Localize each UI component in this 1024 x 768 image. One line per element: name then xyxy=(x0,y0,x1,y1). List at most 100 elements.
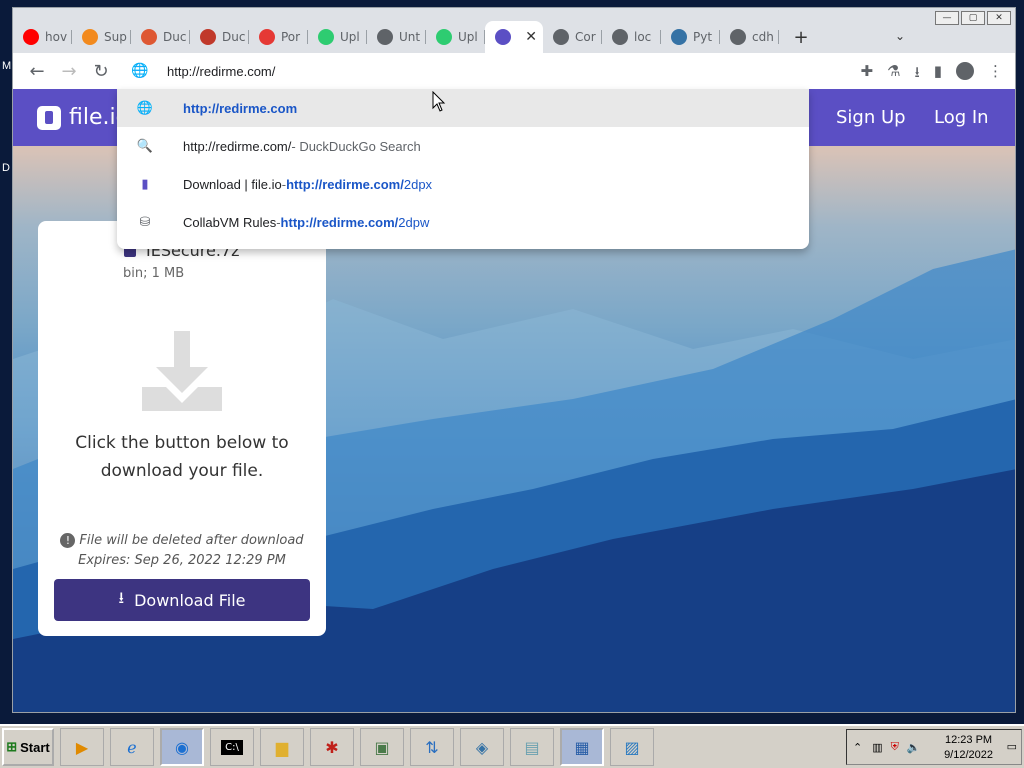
extensions-icon[interactable]: ✚ xyxy=(860,62,873,87)
toolbar-actions: ✚ ⚗ ⭳ ▮ ⋮ xyxy=(860,62,1003,87)
tab-label: cdh xyxy=(752,30,774,44)
tab-sup[interactable]: Sup xyxy=(72,21,131,53)
tab-strip: hov Sup Duc Duc Por Upl Unt Upl ✕ Cor loc Pyt cdh + ⌄ xyxy=(13,21,1015,53)
tab-duc[interactable]: Duc xyxy=(190,21,249,53)
system-monitor-button[interactable]: ▣ xyxy=(360,728,404,766)
remote-desktop-button[interactable]: ▦ xyxy=(560,728,604,766)
back-arrow-icon: ← xyxy=(29,60,45,82)
suggestion-url: http://redirme.com xyxy=(183,100,298,116)
tab-loc[interactable]: loc xyxy=(602,21,661,53)
suggestion-url: http://redirme.com/ xyxy=(280,214,399,230)
media-player-button[interactable]: ▶ xyxy=(60,728,104,766)
app-button[interactable]: ✱ xyxy=(310,728,354,766)
browser-window: — ▢ ✕ hov Sup Duc Duc Por Upl Unt Upl ✕ Cor loc Pyt… xyxy=(12,7,1016,713)
python-icon: ◈ xyxy=(475,737,489,757)
globe-icon: 🌐 xyxy=(136,100,154,115)
system-tray: ⌃ ▥ ⛨ 🔈 12:23 PM 9/12/2022 ▭ xyxy=(846,729,1022,765)
explorer-button[interactable]: ▆ xyxy=(260,728,304,766)
log-in-link[interactable]: Log In xyxy=(934,107,989,128)
python-button[interactable]: ◈ xyxy=(460,728,504,766)
globe-icon: 🌐 xyxy=(131,63,149,79)
sign-up-link[interactable]: Sign Up xyxy=(836,107,906,128)
tab-search-button[interactable]: ⌄ xyxy=(895,29,905,43)
tab-label: Upl xyxy=(458,30,478,44)
tab-pyt[interactable]: Pyt xyxy=(661,21,720,53)
duckduckgo-icon xyxy=(141,29,157,45)
command-prompt-button[interactable]: C:\ xyxy=(210,728,254,766)
suggestion-url-path: 2dpw xyxy=(398,214,430,230)
mouse-pointer-icon xyxy=(432,91,446,112)
side-panel-icon[interactable]: ▮ xyxy=(934,62,942,87)
download-file-button[interactable]: ⭳ Download File xyxy=(54,579,310,621)
close-tab-icon[interactable]: ✕ xyxy=(525,29,537,45)
suggestion-url-path: 2dpx xyxy=(403,176,433,192)
hat-icon xyxy=(200,29,216,45)
tab-hov[interactable]: hov xyxy=(13,21,72,53)
windows-flag-icon: ⊞ xyxy=(6,739,18,754)
tab-cor[interactable]: Cor xyxy=(543,21,602,53)
monitor-icon: ▣ xyxy=(374,737,390,757)
internet-explorer-button[interactable]: ℯ xyxy=(110,728,154,766)
reload-button[interactable]: ↻ xyxy=(85,61,117,82)
labs-flask-icon[interactable]: ⚗ xyxy=(887,62,900,87)
menu-kebab-icon[interactable]: ⋮ xyxy=(988,62,1003,87)
desktop-edge-text: M xyxy=(2,60,12,72)
globe-icon xyxy=(612,29,628,45)
tab-label: hov xyxy=(45,30,68,44)
tray-expand-icon[interactable]: ⌃ xyxy=(853,741,862,754)
security-tray-icon[interactable]: ⛨ xyxy=(891,741,899,754)
suggestion-item[interactable]: ▮ Download | file.io - http://redirme.com… xyxy=(117,165,809,203)
browser-toolbar: ← → ↻ 🌐 ✚ ⚗ ⭳ ▮ ⋮ xyxy=(13,53,1015,89)
globe-icon xyxy=(730,29,746,45)
tab-label: Por xyxy=(281,30,301,44)
file-info: bin; 1 MB xyxy=(123,266,185,281)
tab-label: Sup xyxy=(104,30,127,44)
volume-icon[interactable]: 🔈 xyxy=(907,741,921,754)
suggestion-item[interactable]: 🔍 http://redirme.com/ - DuckDuckGo Search xyxy=(117,127,809,165)
fileio-logo[interactable]: file.io xyxy=(37,105,129,130)
tab-label: Cor xyxy=(575,30,596,44)
note-text: File will be deleted after download xyxy=(79,533,304,548)
tab-por[interactable]: Por xyxy=(249,21,308,53)
forward-button[interactable]: → xyxy=(53,61,85,82)
notepad-button[interactable]: ▤ xyxy=(510,728,554,766)
suggestion-title: http://redirme.com/ xyxy=(183,138,292,154)
tab-duc[interactable]: Duc xyxy=(131,21,190,53)
globe-icon xyxy=(377,29,393,45)
download-icon[interactable]: ⭳ xyxy=(914,62,919,87)
image-viewer-icon: ▨ xyxy=(624,737,640,757)
forward-arrow-icon: → xyxy=(61,60,77,82)
python-icon xyxy=(671,29,687,45)
expiry-text: Expires: Sep 26, 2022 12:29 PM xyxy=(78,553,286,568)
tab-fileio[interactable]: ✕ xyxy=(485,21,543,53)
deletion-note: ! File will be deleted after download Exp… xyxy=(38,531,326,571)
suggestion-item[interactable]: ⛁ CollabVM Rules - http://redirme.com/2dp… xyxy=(117,203,809,241)
tab-upl[interactable]: Upl xyxy=(308,21,367,53)
chrome-button[interactable]: ◉ xyxy=(160,728,204,766)
tab-cdh[interactable]: cdh xyxy=(720,21,779,53)
show-desktop-icon[interactable]: ▭ xyxy=(1007,740,1017,753)
clock[interactable]: 12:23 PM 9/12/2022 xyxy=(944,733,993,763)
network-button[interactable]: ⇅ xyxy=(410,728,454,766)
message-line: download your file. xyxy=(100,461,264,481)
globe-icon xyxy=(553,29,569,45)
back-button[interactable]: ← xyxy=(21,61,53,82)
start-button[interactable]: ⊞ Start xyxy=(2,728,54,766)
omnibox[interactable]: 🌐 xyxy=(117,53,809,89)
profile-avatar-icon[interactable] xyxy=(956,62,974,80)
suggestion-item[interactable]: 🌐 http://redirme.com xyxy=(117,89,809,127)
tab-upl[interactable]: Upl xyxy=(426,21,485,53)
image-viewer-button[interactable]: ▨ xyxy=(610,728,654,766)
network-tray-icon[interactable]: ▥ xyxy=(872,741,882,754)
new-tab-button[interactable]: + xyxy=(787,27,815,48)
collabvm-icon: ⛁ xyxy=(139,214,151,229)
download-tray-icon xyxy=(142,331,222,411)
info-icon: ! xyxy=(60,533,76,548)
tab-unt[interactable]: Unt xyxy=(367,21,426,53)
app-icon: ✱ xyxy=(325,737,339,757)
desktop-edge-text: D xyxy=(2,162,10,174)
address-input[interactable] xyxy=(167,63,667,79)
download-button-label: Download File xyxy=(134,590,246,610)
search-icon: 🔍 xyxy=(136,138,154,153)
download-icon: ⭳ xyxy=(118,587,125,607)
